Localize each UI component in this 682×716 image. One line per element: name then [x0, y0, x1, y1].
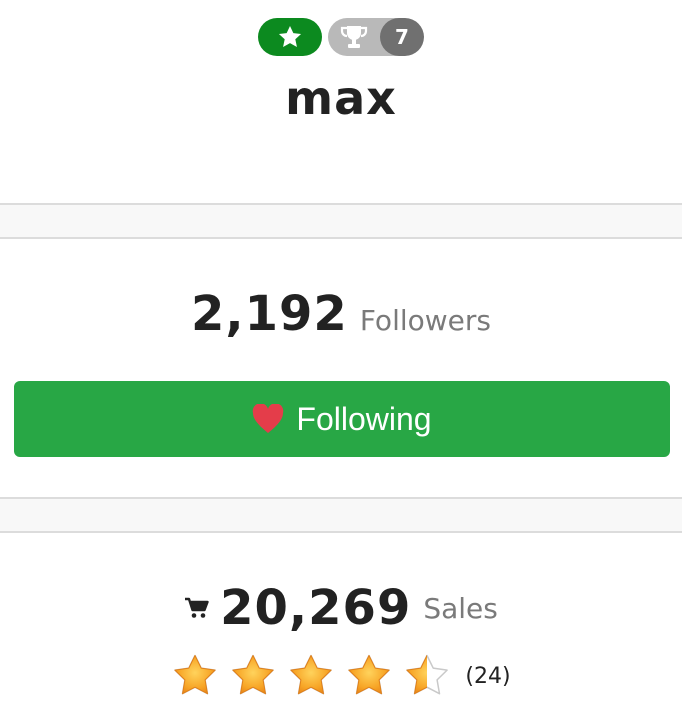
section-divider — [0, 203, 682, 239]
rating-count: (24) — [465, 663, 511, 689]
rating[interactable]: (24) — [0, 652, 682, 700]
badges-row: 7 — [0, 18, 682, 56]
following-button-label: Following — [296, 400, 432, 437]
sales-label: Sales — [423, 591, 498, 625]
followers-stat: 2,192 Followers — [0, 286, 682, 342]
following-button[interactable]: Following — [14, 381, 670, 457]
star-badge[interactable] — [258, 18, 322, 56]
followers-label: Followers — [359, 304, 491, 337]
rating-stars — [171, 652, 451, 700]
heart-icon — [253, 404, 284, 433]
trophy-icon — [340, 26, 368, 48]
trophy-badge[interactable]: 7 — [328, 18, 424, 56]
sales-count: 20,269 — [220, 580, 412, 636]
star-icon — [232, 654, 275, 695]
section-divider — [0, 497, 682, 533]
trophy-count: 7 — [380, 18, 424, 56]
star-icon — [174, 654, 217, 695]
username: max — [285, 71, 397, 125]
star-icon — [278, 25, 302, 47]
followers-count: 2,192 — [191, 286, 348, 342]
star-icon — [348, 654, 391, 695]
star-icon — [290, 654, 333, 695]
cart-icon — [185, 597, 209, 618]
star-icon — [406, 654, 449, 695]
sales-stat: 20,269 Sales — [0, 580, 682, 636]
